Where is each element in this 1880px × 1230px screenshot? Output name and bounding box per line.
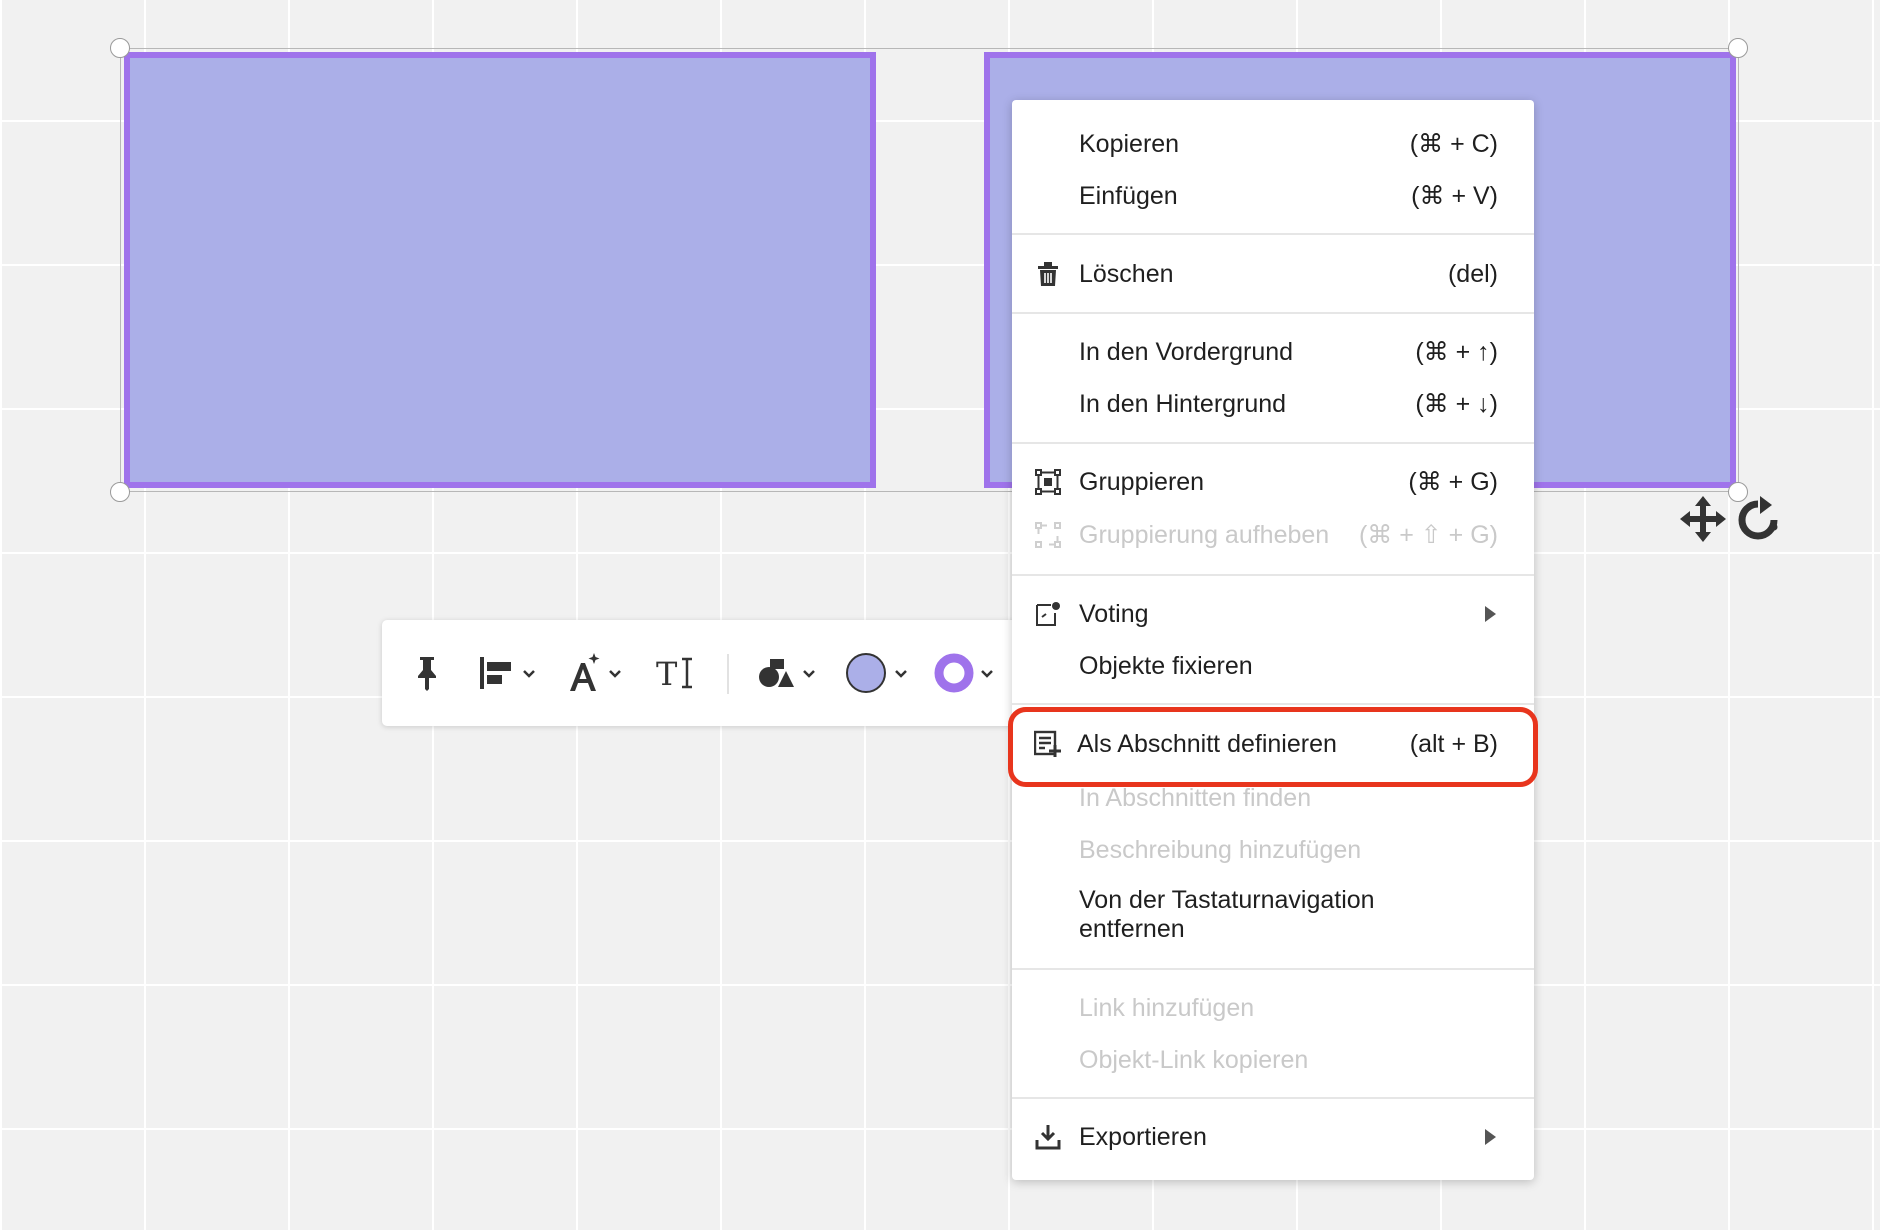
resize-handle-bottom-left[interactable] bbox=[110, 482, 130, 502]
svg-text:T: T bbox=[656, 655, 678, 691]
chevron-down-icon bbox=[803, 670, 815, 678]
floating-toolbar: T bbox=[382, 620, 1022, 726]
resize-handle-top-left[interactable] bbox=[110, 38, 130, 58]
menu-item-label: Voting bbox=[1079, 599, 1149, 628]
group-icon bbox=[1034, 468, 1062, 496]
chevron-down-icon bbox=[981, 670, 993, 678]
menu-item-gruppierung-aufheben: Gruppierung aufheben (⌘ + ⇧ + G) bbox=[1012, 513, 1534, 557]
menu-item-hintergrund[interactable]: In den Hintergrund (⌘ + ↓) bbox=[1012, 382, 1534, 426]
menu-item-einfuegen[interactable]: Einfügen (⌘ + V) bbox=[1012, 174, 1534, 218]
resize-handle-top-right[interactable] bbox=[1728, 38, 1748, 58]
menu-item-label: Exportieren bbox=[1079, 1122, 1207, 1151]
menu-item-exportieren[interactable]: Exportieren bbox=[1012, 1115, 1534, 1159]
border-color-button[interactable] bbox=[932, 620, 996, 726]
menu-item-kopieren[interactable]: Kopieren (⌘ + C) bbox=[1012, 122, 1534, 166]
menu-item-objekt-link-kopieren: Objekt-Link kopieren bbox=[1012, 1038, 1534, 1082]
fill-color-button[interactable] bbox=[844, 620, 910, 726]
menu-divider bbox=[1012, 1097, 1534, 1099]
menu-item-label: Objekte fixieren bbox=[1079, 651, 1253, 680]
menu-item-label: Beschreibung hinzufügen bbox=[1079, 835, 1362, 864]
menu-item-shortcut: (⌘ + G) bbox=[1408, 468, 1498, 496]
pin-button[interactable] bbox=[412, 620, 442, 726]
voting-icon bbox=[1034, 600, 1062, 628]
menu-item-label: In Abschnitten finden bbox=[1079, 783, 1312, 812]
trash-icon bbox=[1034, 260, 1062, 288]
chevron-down-icon bbox=[609, 670, 621, 678]
chevron-down-icon bbox=[895, 670, 907, 678]
menu-item-label: Objekt-Link kopieren bbox=[1079, 1045, 1309, 1074]
fill-color-swatch bbox=[846, 653, 886, 693]
export-icon bbox=[1034, 1123, 1062, 1151]
menu-item-label: Link hinzufügen bbox=[1079, 993, 1255, 1022]
text-size-icon: T bbox=[656, 655, 692, 691]
menu-item-vordergrund[interactable]: In den Vordergrund (⌘ + ↑) bbox=[1012, 330, 1534, 374]
toolbar-divider bbox=[727, 654, 729, 694]
menu-item-label: In den Hintergrund bbox=[1079, 389, 1287, 418]
context-menu: Kopieren (⌘ + C) Einfügen (⌘ + V) Lösche… bbox=[1012, 100, 1534, 1180]
menu-item-label: Von der Tastaturnavigation entfernen bbox=[1079, 886, 1375, 943]
menu-item-label: Einfügen bbox=[1079, 181, 1178, 210]
text-style-button[interactable] bbox=[566, 620, 624, 726]
menu-item-label: Löschen bbox=[1079, 259, 1174, 288]
align-button[interactable] bbox=[478, 620, 538, 726]
menu-item-voting[interactable]: Voting bbox=[1012, 592, 1534, 636]
rotate-icon[interactable] bbox=[1734, 496, 1782, 544]
highlight-box bbox=[1008, 707, 1538, 787]
menu-item-gruppieren[interactable]: Gruppieren (⌘ + G) bbox=[1012, 460, 1534, 504]
menu-item-label: Kopieren bbox=[1079, 129, 1180, 158]
menu-item-label: In den Vordergrund bbox=[1079, 337, 1294, 366]
menu-item-beschreibung-hinzufuegen: Beschreibung hinzufügen bbox=[1012, 828, 1534, 872]
menu-item-label: Gruppierung aufheben bbox=[1079, 520, 1330, 549]
menu-divider bbox=[1012, 312, 1534, 314]
menu-divider bbox=[1012, 968, 1534, 970]
whiteboard-canvas[interactable] bbox=[0, 0, 1880, 1230]
submenu-arrow-icon bbox=[1485, 606, 1496, 622]
align-left-icon bbox=[480, 657, 511, 689]
shapes-icon bbox=[759, 659, 794, 687]
menu-item-shortcut: (⌘ + ⇧ + G) bbox=[1358, 521, 1498, 549]
chevron-down-icon bbox=[523, 670, 535, 678]
menu-item-label: Gruppieren bbox=[1079, 467, 1205, 496]
menu-item-shortcut: (del) bbox=[1447, 259, 1498, 288]
font-style-icon bbox=[570, 653, 600, 691]
menu-item-shortcut: (⌘ + ↓) bbox=[1415, 390, 1498, 418]
menu-divider bbox=[1012, 703, 1534, 705]
text-size-button[interactable]: T bbox=[656, 620, 696, 726]
menu-item-shortcut: (⌘ + C) bbox=[1409, 130, 1498, 158]
menu-divider bbox=[1012, 574, 1534, 576]
menu-item-link-hinzufuegen: Link hinzufügen bbox=[1012, 986, 1534, 1030]
menu-divider bbox=[1012, 442, 1534, 444]
menu-item-tastaturnavigation-entfernen[interactable]: Von der Tastaturnavigation entfernen bbox=[1012, 886, 1534, 952]
menu-item-shortcut: (⌘ + V) bbox=[1411, 182, 1498, 210]
menu-item-loeschen[interactable]: Löschen (del) bbox=[1012, 252, 1534, 296]
rectangle-shape-left[interactable] bbox=[124, 52, 876, 488]
shape-button[interactable] bbox=[758, 620, 818, 726]
submenu-arrow-icon bbox=[1485, 1129, 1496, 1145]
menu-item-objekte-fixieren[interactable]: Objekte fixieren bbox=[1012, 644, 1534, 688]
menu-divider bbox=[1012, 233, 1534, 235]
pin-icon bbox=[418, 657, 436, 691]
move-icon[interactable] bbox=[1678, 494, 1728, 544]
menu-item-shortcut: (⌘ + ↑) bbox=[1415, 338, 1498, 366]
border-color-swatch bbox=[934, 653, 974, 693]
ungroup-icon bbox=[1034, 521, 1062, 549]
